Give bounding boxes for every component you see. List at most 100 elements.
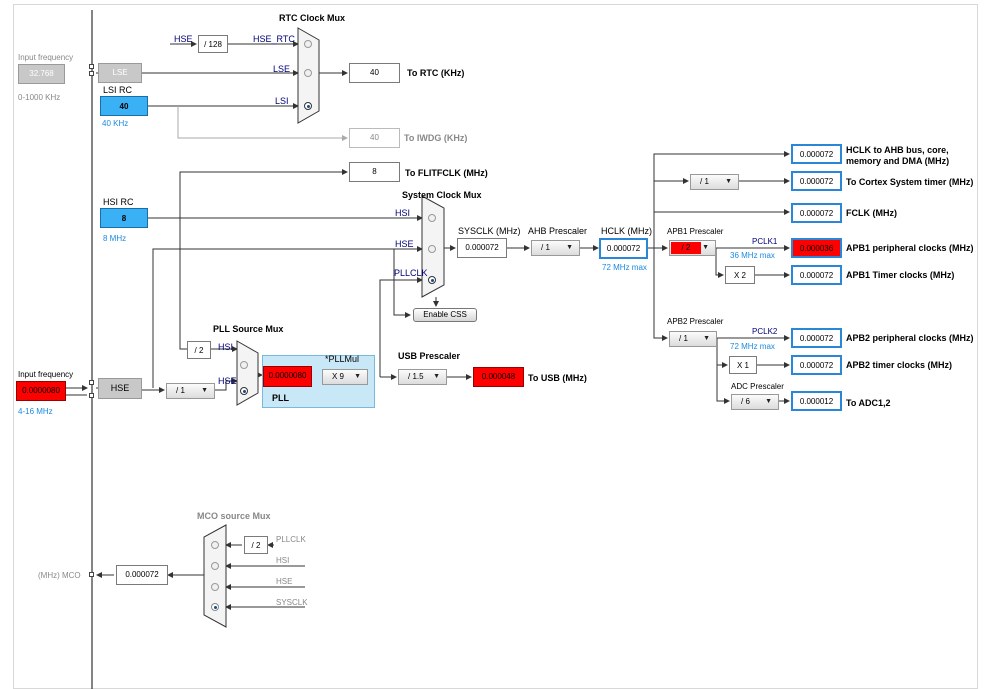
hse-input-frequency-field[interactable]: 0.0000080 <box>16 381 66 401</box>
mco-pllclk-label: PLLCLK <box>276 535 306 544</box>
system-clock-mux-title: System Clock Mux <box>402 190 482 200</box>
mco-radio-pllclk[interactable] <box>211 541 219 549</box>
to-flitfclk-value: 8 <box>349 162 400 182</box>
apb1-peripheral-label: APB1 peripheral clocks (MHz) <box>846 243 974 253</box>
hclk-ahb-label-2: memory and DMA (MHz) <box>846 156 950 166</box>
rtc-lsi-label: LSI <box>275 96 289 106</box>
cortex-timer-value[interactable]: 0.000072 <box>791 171 842 191</box>
apb2-peripheral-label: APB2 peripheral clocks (MHz) <box>846 333 974 343</box>
pll-mul-title: *PLLMul <box>325 354 360 364</box>
pll-mul-value: X 9 <box>332 372 345 381</box>
hse-osc-in-pin <box>89 380 94 385</box>
lse-osc-in-pin <box>89 64 94 69</box>
rtc-mux-radio-hse[interactable] <box>304 40 312 48</box>
enable-css-button[interactable]: Enable CSS <box>413 308 477 322</box>
pll-src-radio-hsi[interactable] <box>240 361 248 369</box>
rtc-mux-title: RTC Clock Mux <box>279 13 346 23</box>
pll-prediv-select[interactable]: / 1 ▼ <box>166 383 215 399</box>
apb2-timer-value[interactable]: 0.000072 <box>791 355 842 375</box>
apb2-prescaler-select[interactable]: / 1 ▼ <box>669 331 717 347</box>
apb1-prescaler-select[interactable]: / 2 ▼ <box>669 240 716 256</box>
chevron-down-icon: ▼ <box>765 398 772 405</box>
apb1-peripheral-value[interactable]: 0.000036 <box>791 238 842 258</box>
sys-mux-radio-hsi[interactable] <box>428 214 436 222</box>
pll-input-value: 0.0000080 <box>263 366 312 387</box>
sysclk-value: 0.000072 <box>457 238 507 258</box>
pll-src-radio-hse[interactable] <box>240 387 248 395</box>
pll-prediv-value: / 1 <box>176 386 185 395</box>
mco-radio-sysclk[interactable] <box>211 603 219 611</box>
hse-rtc-divider: / 128 <box>198 35 228 53</box>
to-rtc-label: To RTC (KHz) <box>407 68 465 78</box>
chevron-down-icon: ▼ <box>703 335 710 342</box>
pclk1-max: 36 MHz max <box>730 251 775 260</box>
apb2-timer-multiplier: X 1 <box>729 356 757 374</box>
hclk-title: HCLK (MHz) <box>601 226 652 236</box>
usb-prescaler-title: USB Prescaler <box>398 351 461 361</box>
mco-output-value: 0.000072 <box>116 565 168 585</box>
pll-mul-select[interactable]: X 9 ▼ <box>322 369 368 385</box>
sys-mux-radio-hse[interactable] <box>428 245 436 253</box>
apb1-prescaler-title: APB1 Prescaler <box>667 227 724 236</box>
hclk-ahb-label-1: HCLK to AHB bus, core, <box>846 145 949 155</box>
fclk-label: FCLK (MHz) <box>846 208 897 218</box>
lse-input-frequency-field[interactable]: 32.768 <box>18 64 65 84</box>
lse-range: 0-1000 KHz <box>18 93 61 102</box>
chevron-down-icon: ▼ <box>702 244 709 251</box>
pll-src-hsi-label: HSI <box>218 342 234 352</box>
chevron-down-icon: ▼ <box>725 178 732 185</box>
hse-block[interactable]: HSE <box>98 378 142 399</box>
hsi-rc-unit: 8 MHz <box>103 234 127 243</box>
sys-mux-radio-pllclk[interactable] <box>428 276 436 284</box>
hse-input-frequency-label: Input frequency <box>18 370 74 379</box>
clock-wires <box>13 4 978 689</box>
rtc-lse-label: LSE <box>273 64 291 74</box>
usb-output-label: To USB (MHz) <box>528 373 587 383</box>
sys-mux-hse-label: HSE <box>395 239 414 249</box>
apb1-timer-value[interactable]: 0.000072 <box>791 265 842 285</box>
apb2-prescaler-value: / 1 <box>679 334 688 343</box>
fclk-value[interactable]: 0.000072 <box>791 203 842 223</box>
pclk2-max: 72 MHz max <box>730 342 775 351</box>
rtc-mux-radio-lsi[interactable] <box>304 102 312 110</box>
adc-prescaler-select[interactable]: / 6 ▼ <box>731 394 779 410</box>
hclk-ahb-value[interactable]: 0.000072 <box>791 144 842 164</box>
apb1-prescaler-value: / 2 <box>671 242 701 254</box>
sys-mux-hsi-label: HSI <box>395 208 411 218</box>
adc-prescaler-title: ADC Prescaler <box>731 382 784 391</box>
sys-mux-pllclk-label: PLLCLK <box>394 268 428 278</box>
lse-osc-out-pin <box>89 71 94 76</box>
pclk1-label: PCLK1 <box>752 237 778 246</box>
pll-src-hse-label: HSE <box>218 376 237 386</box>
apb1-timer-multiplier: X 2 <box>725 266 755 284</box>
mco-output-label: (MHz) MCO <box>38 571 81 580</box>
to-rtc-value: 40 <box>349 63 400 83</box>
ahb-prescaler-value: / 1 <box>541 243 550 252</box>
rtc-hse-label: HSE <box>174 34 193 44</box>
apb2-peripheral-value[interactable]: 0.000072 <box>791 328 842 348</box>
rtc-mux-radio-lse[interactable] <box>304 69 312 77</box>
chevron-down-icon: ▼ <box>433 373 440 380</box>
cortex-timer-divider-select[interactable]: / 1 ▼ <box>690 174 739 190</box>
usb-prescaler-select[interactable]: / 1.5 ▼ <box>398 369 447 385</box>
hse-range: 4-16 MHz <box>18 407 53 416</box>
lsi-rc-title: LSI RC <box>103 85 133 95</box>
ahb-prescaler-title: AHB Prescaler <box>528 226 588 236</box>
usb-output-value: 0.000048 <box>473 367 524 387</box>
mco-radio-hse[interactable] <box>211 583 219 591</box>
apb2-timer-label: APB2 timer clocks (MHz) <box>846 360 953 370</box>
lse-block[interactable]: LSE <box>98 63 142 83</box>
hse-rtc-label: HSE_RTC <box>253 34 295 44</box>
pll-source-mux-title: PLL Source Mux <box>213 324 284 334</box>
clock-configuration-canvas: RTC Clock Mux HSE / 128 HSE_RTC LSE LSI … <box>0 0 999 689</box>
mco-sysclk-label: SYSCLK <box>276 598 308 607</box>
mco-radio-hsi[interactable] <box>211 562 219 570</box>
lsi-rc-unit: 40 KHz <box>102 119 129 128</box>
pclk2-label: PCLK2 <box>752 327 778 336</box>
pll-hsi-divider: / 2 <box>187 341 211 359</box>
adc-output-value[interactable]: 0.000012 <box>791 391 842 411</box>
cortex-timer-label: To Cortex System timer (MHz) <box>846 177 974 187</box>
hclk-field[interactable]: 0.000072 <box>599 238 648 259</box>
apb1-timer-label: APB1 Timer clocks (MHz) <box>846 270 955 280</box>
ahb-prescaler-select[interactable]: / 1 ▼ <box>531 240 580 256</box>
